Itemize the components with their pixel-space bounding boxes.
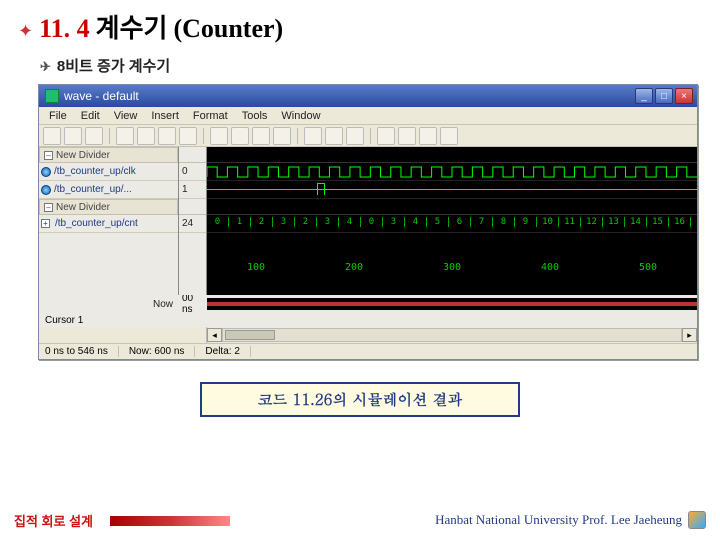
menu-tools[interactable]: Tools (236, 109, 274, 123)
tool-button[interactable] (85, 127, 103, 145)
statusbar: 0 ns to 546 ns Now: 600 ns Delta: 2 (39, 343, 697, 359)
divider-row[interactable]: –New Divider (39, 147, 178, 163)
tool-button[interactable] (116, 127, 134, 145)
expand-icon[interactable]: + (41, 219, 50, 228)
status-now: Now: 600 ns (129, 346, 196, 357)
titlebar: wave - default _ □ × (39, 85, 697, 107)
tool-button[interactable] (304, 127, 322, 145)
app-icon (45, 89, 59, 103)
footer-accent-bar (110, 516, 230, 526)
close-button[interactable]: × (675, 88, 693, 104)
signal-cnt[interactable]: +/tb_counter_up/cnt (39, 215, 178, 233)
university-logo-icon (688, 511, 706, 529)
minimize-button[interactable]: _ (635, 88, 653, 104)
menu-edit[interactable]: Edit (75, 109, 106, 123)
figure-caption: 코드 11.26의 시뮬레이션 결과 (200, 382, 520, 417)
signal-names-column: –New Divider /tb_counter_up/clk /tb_coun… (39, 147, 179, 295)
tool-button[interactable] (158, 127, 176, 145)
tool-button[interactable] (252, 127, 270, 145)
scroll-right-icon[interactable]: ▸ (682, 328, 697, 342)
subtitle: ✈ 8비트 증가 계수기 (40, 55, 702, 76)
now-row: Now 00 ns (39, 295, 697, 313)
toolbar (39, 125, 697, 147)
tool-button[interactable] (398, 127, 416, 145)
time-ruler: 100 200 300 400 500 (207, 251, 697, 273)
menubar: File Edit View Insert Format Tools Windo… (39, 107, 697, 125)
title-english: (Counter) (173, 14, 283, 44)
cursor-row: Cursor 1 (39, 313, 697, 327)
wave-cnt: 0123234034567891011121314151617181920 (207, 215, 697, 233)
menu-insert[interactable]: Insert (145, 109, 185, 123)
footer-left: 집적 회로 설계 (14, 511, 93, 530)
star-icon: ✦ (18, 21, 33, 42)
tool-button[interactable] (179, 127, 197, 145)
hscrollbar[interactable]: ◂ ▸ (39, 327, 697, 343)
waveform-area[interactable]: 0123234034567891011121314151617181920 10… (207, 147, 697, 295)
val-clk: 0 (179, 163, 206, 181)
wave-clk (207, 163, 697, 181)
tool-button[interactable] (419, 127, 437, 145)
signal-rst[interactable]: /tb_counter_up/... (39, 181, 178, 199)
signal-icon (41, 185, 51, 195)
title-korean: 계수기 (96, 8, 168, 45)
scroll-thumb[interactable] (225, 330, 275, 340)
tool-button[interactable] (377, 127, 395, 145)
tool-button[interactable] (43, 127, 61, 145)
val-rst: 1 (179, 181, 206, 199)
signal-clk[interactable]: /tb_counter_up/clk (39, 163, 178, 181)
maximize-button[interactable]: □ (655, 88, 673, 104)
menu-window[interactable]: Window (275, 109, 326, 123)
tool-button[interactable] (325, 127, 343, 145)
window-title: wave - default (64, 89, 139, 103)
status-range: 0 ns to 546 ns (45, 346, 119, 357)
val-cnt: 24 (179, 215, 206, 233)
status-delta: Delta: 2 (205, 346, 250, 357)
value-column: 0 1 24 (179, 147, 207, 295)
menu-view[interactable]: View (108, 109, 144, 123)
slide-title: ✦ 11. 4 계수기 (Counter) (18, 8, 702, 45)
title-number: 11. 4 (39, 14, 90, 44)
tool-button[interactable] (440, 127, 458, 145)
menu-format[interactable]: Format (187, 109, 234, 123)
footer-right: Hanbat National University Prof. Lee Jae… (435, 512, 682, 528)
wave-window: wave - default _ □ × File Edit View Inse… (38, 84, 698, 360)
subtitle-text: 8비트 증가 계수기 (57, 58, 170, 75)
tool-button[interactable] (137, 127, 155, 145)
wave-rst (207, 181, 697, 199)
tool-button[interactable] (210, 127, 228, 145)
menu-file[interactable]: File (43, 109, 73, 123)
signal-icon (41, 167, 51, 177)
plane-icon: ✈ (40, 59, 51, 75)
tool-button[interactable] (231, 127, 249, 145)
tool-button[interactable] (346, 127, 364, 145)
divider-row[interactable]: –New Divider (39, 199, 178, 215)
scroll-left-icon[interactable]: ◂ (207, 328, 222, 342)
tool-button[interactable] (273, 127, 291, 145)
tool-button[interactable] (64, 127, 82, 145)
footer: 집적 회로 설계 Hanbat National University Prof… (0, 508, 720, 532)
